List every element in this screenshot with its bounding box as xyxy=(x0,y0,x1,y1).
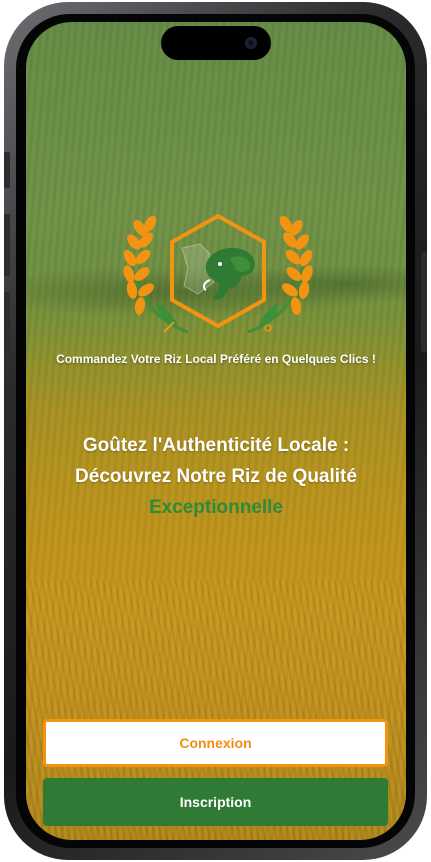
front-camera-icon xyxy=(245,37,257,49)
signup-button[interactable]: Inscription xyxy=(43,778,388,826)
elephant-rice-hexagon-logo xyxy=(123,213,313,334)
volume-up-button xyxy=(4,214,10,276)
app-screen: Commandez Votre Riz Local Préféré en Que… xyxy=(26,22,406,840)
headline: Goûtez l'Authenticité Locale : Découvrez… xyxy=(26,430,406,523)
volume-down-button xyxy=(4,292,10,354)
dynamic-island xyxy=(161,26,271,60)
login-button[interactable]: Connexion xyxy=(43,719,388,767)
power-button xyxy=(421,252,427,352)
action-button xyxy=(4,152,10,188)
headline-accent: Exceptionnelle xyxy=(148,497,284,518)
tagline: Commandez Votre Riz Local Préféré en Que… xyxy=(56,352,376,366)
headline-line2: Découvrez Notre Riz de Qualité xyxy=(75,466,357,487)
headline-line1: Goûtez l'Authenticité Locale : xyxy=(82,435,350,456)
